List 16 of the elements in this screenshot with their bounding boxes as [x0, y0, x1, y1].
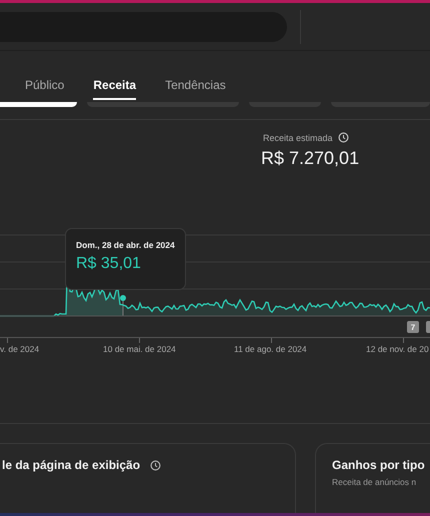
axis-label: 11 de ago. de 2024	[234, 344, 307, 354]
card-title: le da página de exibição	[2, 458, 140, 472]
card-subtitle: Receita de anúncios n	[332, 477, 418, 487]
axis-label: v. de 2024	[0, 344, 40, 354]
metric-value: R$ 7.270,01	[261, 148, 360, 169]
axis-label: 10 de mai. de 2024	[103, 344, 176, 354]
axis-label: 12 de nov. de 20	[366, 344, 429, 354]
tooltip-value: R$ 35,01	[76, 255, 142, 273]
hover-dot	[120, 295, 126, 301]
metric-label: Receita estimada	[263, 132, 333, 142]
tab[interactable]: Público	[25, 76, 64, 100]
clock-icon	[338, 132, 349, 143]
tab[interactable]: Tendências	[165, 76, 226, 100]
card-title: Ganhos por tipo	[332, 458, 425, 472]
tooltip-date: Dom., 28 de abr. de 2024	[76, 240, 176, 250]
tab[interactable]: Receita	[93, 76, 136, 100]
